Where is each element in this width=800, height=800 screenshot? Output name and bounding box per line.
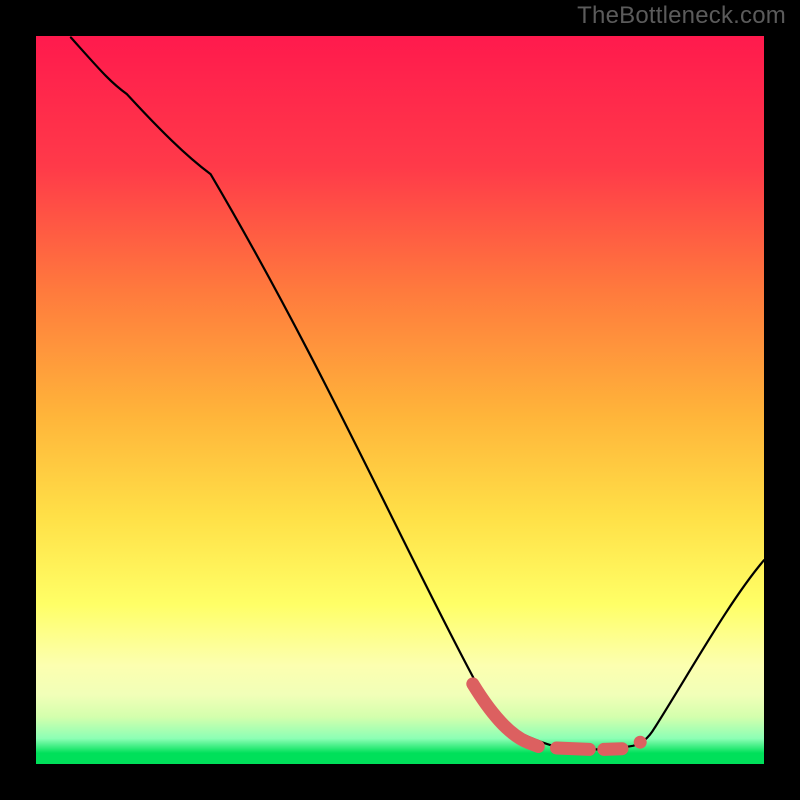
chart-frame: { "watermark": "TheBottleneck.com", "col… (0, 0, 800, 800)
heat-gradient (36, 36, 764, 764)
red-dot (634, 736, 647, 749)
chart-svg (0, 0, 800, 800)
watermark-label: TheBottleneck.com (577, 2, 786, 30)
